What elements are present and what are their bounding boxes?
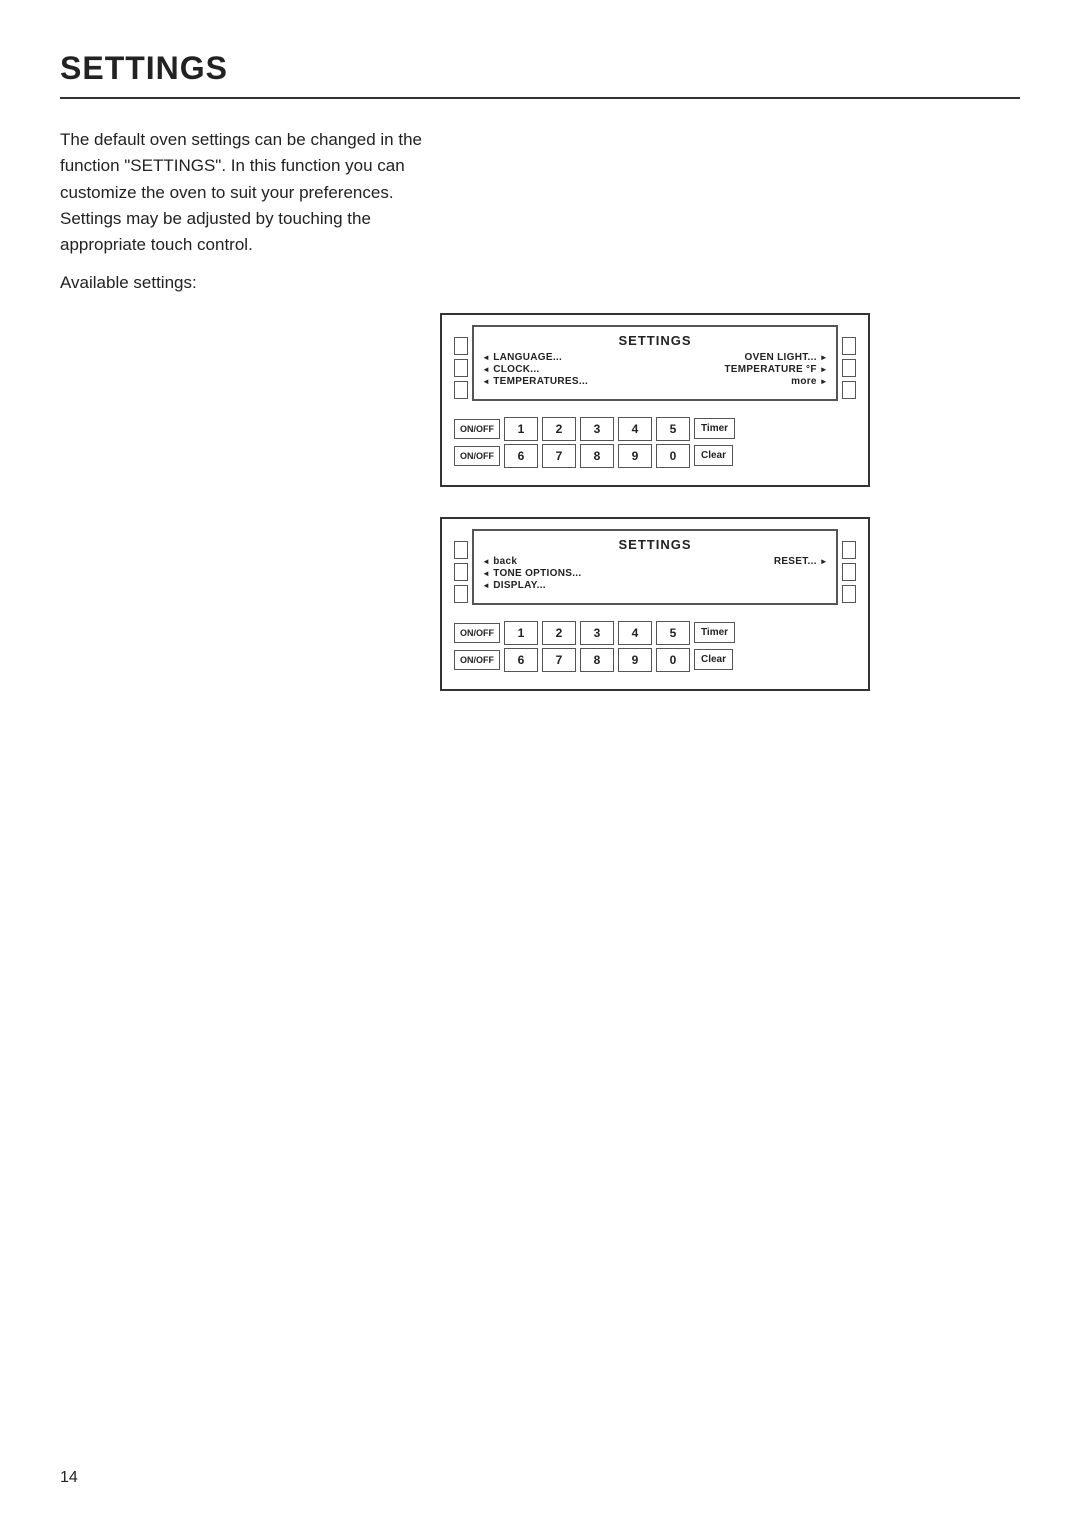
- page-title: SETTINGS: [60, 50, 1020, 87]
- side-btn-1[interactable]: [454, 337, 468, 355]
- panel1-key-4[interactable]: 4: [618, 417, 652, 441]
- panel2-tone: TONE OPTIONS...: [493, 568, 581, 579]
- side-btn-2l2[interactable]: [454, 563, 468, 581]
- panel2-key-7[interactable]: 7: [542, 648, 576, 672]
- panel2-row3-left[interactable]: DISPLAY...: [482, 580, 581, 591]
- side-btn-2r1[interactable]: [842, 541, 856, 559]
- panel2-onoff-1[interactable]: ON/OFF: [454, 623, 500, 643]
- side-btn-2l3[interactable]: [454, 585, 468, 603]
- side-buttons-left-2: [454, 529, 468, 615]
- panel2-timer-button[interactable]: Timer: [694, 622, 735, 643]
- panel1-key-3[interactable]: 3: [580, 417, 614, 441]
- arrow-right-icon: [820, 352, 828, 363]
- panel1-row2-right[interactable]: TEMPERATURE °F: [724, 364, 828, 375]
- arrow-left-icon: [482, 568, 490, 579]
- panel1-key-7[interactable]: 7: [542, 444, 576, 468]
- panel2-key-4[interactable]: 4: [618, 621, 652, 645]
- available-label: Available settings:: [60, 273, 1020, 293]
- panel1-temp-f: TEMPERATURE °F: [724, 364, 816, 375]
- panel2-clear-button[interactable]: Clear: [694, 649, 733, 670]
- panel2-row2-left[interactable]: TONE OPTIONS...: [482, 568, 581, 579]
- panel1-key-0[interactable]: 0: [656, 444, 690, 468]
- panel2-key-6[interactable]: 6: [504, 648, 538, 672]
- panel2-onoff-2[interactable]: ON/OFF: [454, 650, 500, 670]
- panel1-key-5[interactable]: 5: [656, 417, 690, 441]
- panel2-row1-left[interactable]: back: [482, 556, 581, 567]
- side-buttons-right-2: [842, 529, 856, 615]
- panel2-title: SETTINGS: [482, 537, 828, 552]
- side-btn-2r2[interactable]: [842, 563, 856, 581]
- panel2-key-9[interactable]: 9: [618, 648, 652, 672]
- panel1-key-2[interactable]: 2: [542, 417, 576, 441]
- panel1-key-9[interactable]: 9: [618, 444, 652, 468]
- panel2-key-2[interactable]: 2: [542, 621, 576, 645]
- panel2-key-3[interactable]: 3: [580, 621, 614, 645]
- panel1-more: more: [791, 376, 817, 387]
- panel1-temps: TEMPERATURES...: [493, 376, 588, 387]
- side-btn-2[interactable]: [454, 359, 468, 377]
- settings-panel-1: SETTINGS LANGUAGE... CLOCK...: [440, 313, 870, 487]
- panel1-key-1[interactable]: 1: [504, 417, 538, 441]
- panel2-key-0[interactable]: 0: [656, 648, 690, 672]
- panel1-row1-left[interactable]: LANGUAGE...: [482, 352, 588, 363]
- panel2-row1-right[interactable]: RESET...: [774, 556, 828, 567]
- title-divider: [60, 97, 1020, 99]
- page-number: 14: [60, 1469, 78, 1487]
- side-btn-r3[interactable]: [842, 381, 856, 399]
- panel2-key-5[interactable]: 5: [656, 621, 690, 645]
- panel2-key-1[interactable]: 1: [504, 621, 538, 645]
- arrow-left-icon: [482, 352, 490, 363]
- side-buttons-right-1: [842, 325, 856, 411]
- arrow-right-icon: [820, 364, 828, 375]
- panel1-title: SETTINGS: [482, 333, 828, 348]
- settings-panel-2: SETTINGS back TONE OPTIONS...: [440, 517, 870, 691]
- arrow-right-icon: [820, 556, 828, 567]
- panel1-row3-right[interactable]: more: [791, 376, 828, 387]
- panel2-display: DISPLAY...: [493, 580, 546, 591]
- side-btn-3[interactable]: [454, 381, 468, 399]
- panel1-lang: LANGUAGE...: [493, 352, 562, 363]
- panel1-clock: CLOCK...: [493, 364, 539, 375]
- panel2-keypad-row1: ON/OFF 1 2 3 4 5 Timer: [454, 621, 856, 645]
- panel2-back: back: [493, 556, 517, 567]
- arrow-left-icon: [482, 580, 490, 591]
- side-btn-r1[interactable]: [842, 337, 856, 355]
- panel1-timer-button[interactable]: Timer: [694, 418, 735, 439]
- panel2-key-8[interactable]: 8: [580, 648, 614, 672]
- panel1-oven-light: OVEN LIGHT...: [745, 352, 817, 363]
- panel1-keypad-row2: ON/OFF 6 7 8 9 0 Clear: [454, 444, 856, 468]
- panel1-row3-left[interactable]: TEMPERATURES...: [482, 376, 588, 387]
- panel1-key-8[interactable]: 8: [580, 444, 614, 468]
- panel2-keypad-row2: ON/OFF 6 7 8 9 0 Clear: [454, 648, 856, 672]
- side-buttons-left-1: [454, 325, 468, 411]
- arrow-left-icon: [482, 364, 490, 375]
- panel1-key-6[interactable]: 6: [504, 444, 538, 468]
- side-btn-2l1[interactable]: [454, 541, 468, 559]
- arrow-left-icon: [482, 556, 490, 567]
- panel1-keypad-row1: ON/OFF 1 2 3 4 5 Timer: [454, 417, 856, 441]
- side-btn-r2[interactable]: [842, 359, 856, 377]
- panel1-onoff-2[interactable]: ON/OFF: [454, 446, 500, 466]
- description-text: The default oven settings can be changed…: [60, 127, 440, 259]
- panel1-clear-button[interactable]: Clear: [694, 445, 733, 466]
- side-btn-2r3[interactable]: [842, 585, 856, 603]
- panel2-reset: RESET...: [774, 556, 817, 567]
- panel1-row1-right[interactable]: OVEN LIGHT...: [745, 352, 828, 363]
- arrow-right-icon: [820, 376, 828, 387]
- panel1-row2-left[interactable]: CLOCK...: [482, 364, 588, 375]
- arrow-left-icon: [482, 376, 490, 387]
- panel1-onoff-1[interactable]: ON/OFF: [454, 419, 500, 439]
